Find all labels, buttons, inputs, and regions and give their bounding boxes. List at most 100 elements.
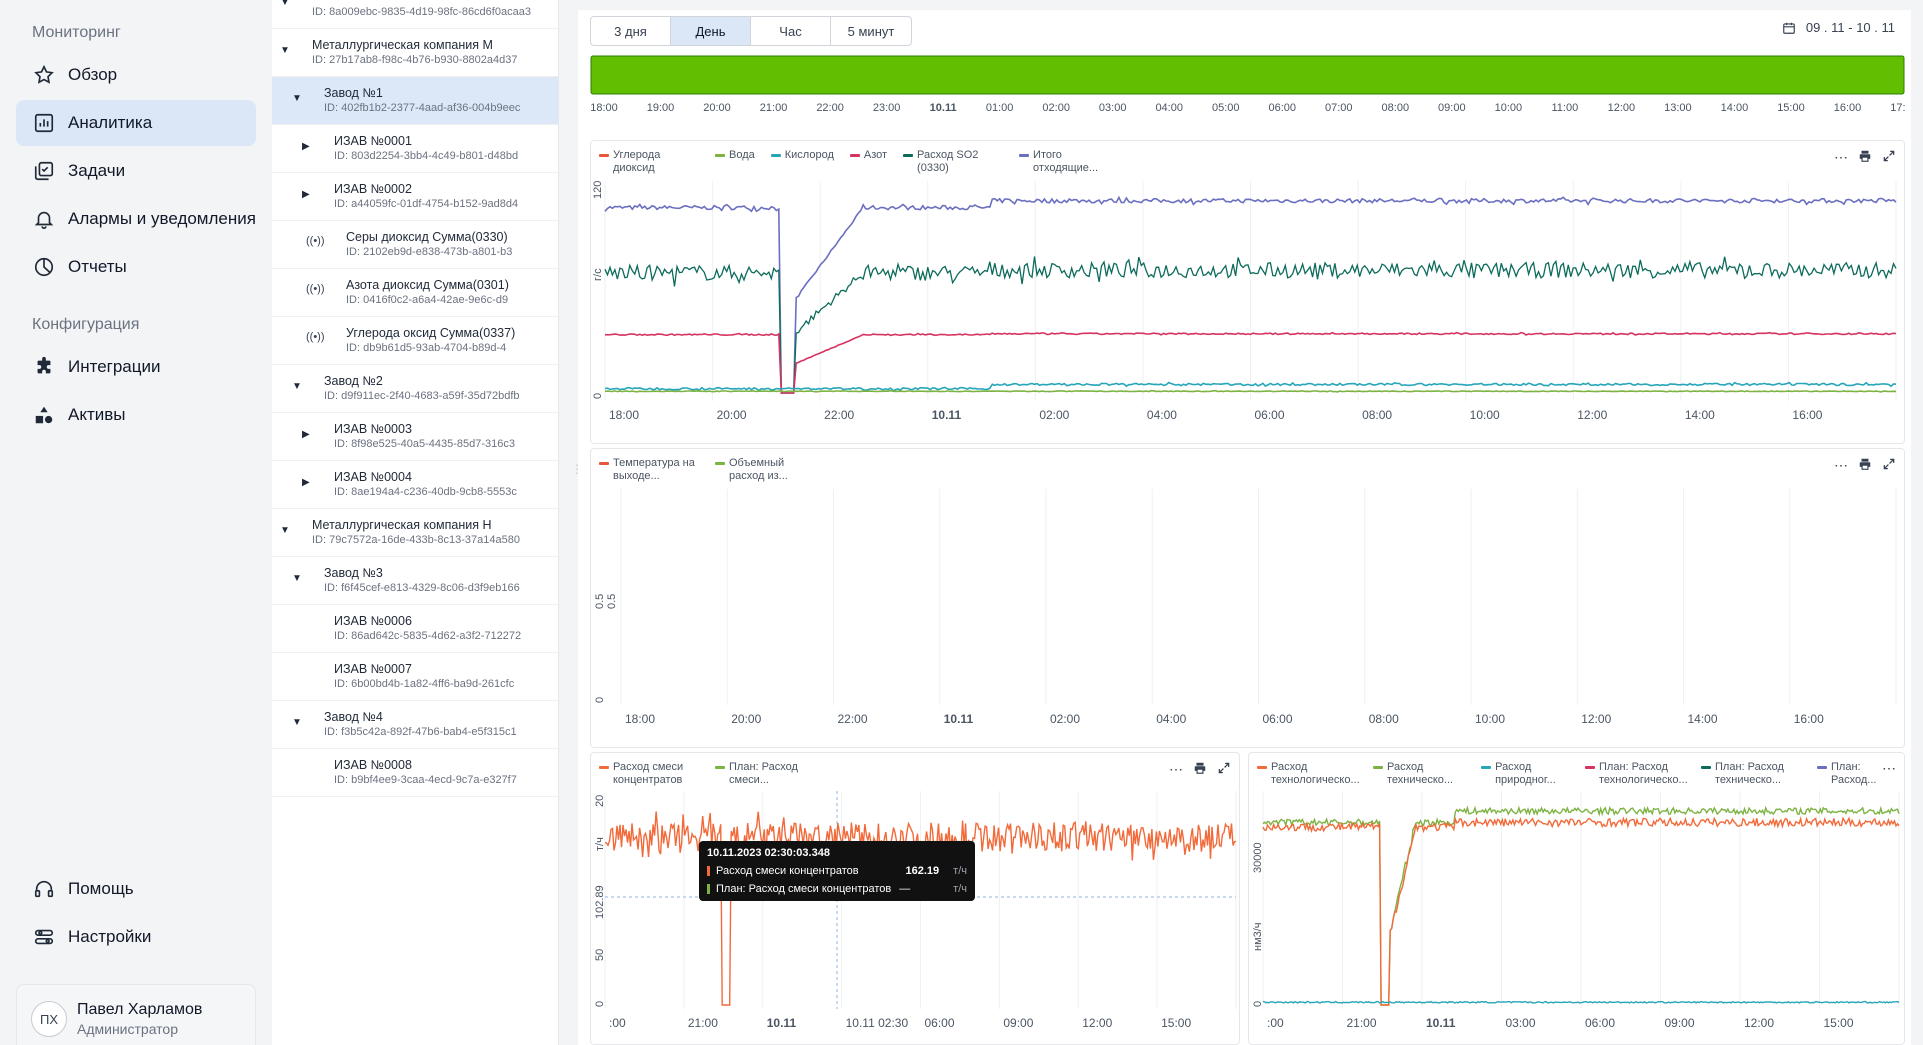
tree-node-name: ИЗАВ №0004 <box>334 470 412 484</box>
legend-item[interactable]: Расход техническо... <box>1373 761 1465 787</box>
timeline-range-bar <box>590 55 1905 95</box>
nav-alarms[interactable]: Алармы и уведомления <box>16 196 256 242</box>
legend-item[interactable]: Расход SO2 (0330) <box>903 149 1003 175</box>
range-tab-hour[interactable]: Час <box>751 17 831 45</box>
legend-item[interactable]: Объемный расход из... <box>715 457 815 483</box>
tree-node-name: Металлургическая компания Н <box>312 518 492 532</box>
legend-item[interactable]: Температура на выходе... <box>599 457 699 483</box>
tree-node[interactable]: ИЗАВ №0006 ID: 86ad642c-5835-4d62-a3f2-71… <box>272 605 558 653</box>
tree-node[interactable]: ▶ ИЗАВ №0002 ID: a44059fc-01df-4754-b152-9… <box>272 173 558 221</box>
nav-overview[interactable]: Обзор <box>16 52 256 98</box>
user-card[interactable]: ПХ Павел Харламов Администратор <box>16 984 256 1045</box>
y-tick-label: 0 <box>594 1001 606 1007</box>
tree-node-name: Завод №4 <box>324 710 383 724</box>
legend-swatch <box>599 154 609 157</box>
shapes-icon <box>32 403 56 427</box>
legend-item[interactable]: План: Расход технологическо... <box>1585 761 1688 787</box>
x-tick-label: 16:00 <box>1792 408 1822 422</box>
chart-4-plot[interactable]: :00 21:00 10.11 03:00 06:00 09:00 12:00 15:00 0 3… <box>1249 791 1904 1045</box>
tree-node-name: ИЗАВ №0007 <box>334 662 412 676</box>
legend-label: План: Расход смеси... <box>729 761 798 786</box>
x-tick-label: 21:00 <box>688 1016 718 1030</box>
tree-node[interactable]: ИЗАВ №0007 ID: 6b00bd4b-1a82-4ff6-ba9d-26… <box>272 653 558 701</box>
tree-node[interactable]: ▼ Металлургическая компания Н ID: 79c7572a… <box>272 509 558 557</box>
nav-integrations[interactable]: Интеграции <box>16 344 256 390</box>
tree-node[interactable]: ((•)) Азота диоксид Сумма(0301) ID: 0416f0… <box>272 269 558 317</box>
legend-item[interactable]: Азот <box>849 149 887 175</box>
legend-item[interactable]: Расход природног... <box>1481 761 1569 787</box>
nav-reports[interactable]: Отчеты <box>16 244 256 290</box>
y-axis-label: г/с <box>592 268 604 281</box>
tree-node-name: ИЗАВ №0002 <box>334 182 412 196</box>
caret-down-icon[interactable]: ▼ <box>280 525 290 536</box>
tree-node[interactable]: ((•)) Серы диоксид Сумма(0330) ID: 2102eb9… <box>272 221 558 269</box>
tree-node[interactable]: ▶ ИЗАВ №0001 ID: 803d2254-3bb4-4c49-b801-d… <box>272 125 558 173</box>
y-tick-label: 0.5 <box>606 594 618 609</box>
print-icon[interactable] <box>1858 149 1872 165</box>
more-icon[interactable]: ⋯ <box>1834 458 1848 472</box>
tree-node[interactable]: ▼ Завод №2 ID: d9f911ec-2f40-4683-a59f-35d… <box>272 365 558 413</box>
nav-settings[interactable]: Настройки <box>16 914 256 960</box>
tree-node[interactable]: ▼ Металлургическая компания М ID: 27b17ab8… <box>272 29 558 77</box>
nav-tasks[interactable]: Задачи <box>16 148 256 194</box>
tree-node-id: ID: 79c7572a-16de-433b-8c13-37a14a580 <box>312 534 520 546</box>
legend-item[interactable]: План: Расход техническо... <box>1701 761 1801 787</box>
tree-node[interactable]: ((•)) Углерода оксид Сумма(0337) ID: db9b6… <box>272 317 558 365</box>
more-icon[interactable]: ⋯ <box>1882 761 1896 775</box>
expand-icon[interactable] <box>1882 149 1896 165</box>
chart-3-plot[interactable]: :00 21:00 10.11 10.11 02:30 06:00 09:00 12:00 1… <box>591 791 1239 1045</box>
tree-node[interactable]: ▼ ID: 8a009ebc-9835-4d19-98fc-86cd6f0acaa… <box>272 0 558 29</box>
nav-help[interactable]: Помощь <box>16 866 256 912</box>
caret-right-icon[interactable]: ▶ <box>302 189 310 200</box>
chart-panel-4: Расход технологическо... Расход техническ… <box>1248 752 1905 1045</box>
legend-item[interactable]: Углерода диоксид <box>599 149 699 175</box>
date-range-picker[interactable]: 09 . 11 - 10 . 11 <box>1782 20 1895 35</box>
caret-right-icon[interactable]: ▶ <box>302 477 310 488</box>
legend-swatch <box>1817 766 1827 769</box>
tree-node-id: ID: 8a009ebc-9835-4d19-98fc-86cd6f0acaa3 <box>312 6 531 18</box>
chart-1-plot[interactable]: 18:00 20:00 22:00 10.11 02:00 04:00 06:00 08:00… <box>591 181 1904 443</box>
caret-down-icon[interactable]: ▼ <box>292 93 302 104</box>
caret-down-icon[interactable]: ▼ <box>280 45 290 56</box>
chart-2-plot[interactable]: 18:00 20:00 22:00 10.11 02:00 04:00 06:00 08:00… <box>591 489 1904 747</box>
legend-item[interactable]: Расход технологическо... <box>1257 761 1360 787</box>
legend-swatch <box>1257 766 1267 769</box>
chart-3-tools: ⋯ <box>1159 761 1231 777</box>
x-tick-label: 10.11 02:30 <box>846 1016 909 1030</box>
tree-node[interactable]: ▼ Завод №4 ID: f3b5c42a-892f-47b6-bab4-e5f… <box>272 701 558 749</box>
caret-right-icon[interactable]: ▶ <box>302 141 310 152</box>
timeline-navigator[interactable]: 18:00 19:00 20:00 21:00 22:00 23:00 10.11 01:00… <box>590 55 1905 117</box>
expand-icon[interactable] <box>1882 457 1896 473</box>
print-icon[interactable] <box>1193 761 1207 777</box>
print-icon[interactable] <box>1858 457 1872 473</box>
legend-swatch <box>770 154 781 157</box>
legend-item[interactable]: Кислород <box>770 149 834 175</box>
nav-overview-label: Обзор <box>68 65 118 84</box>
tree-node[interactable]: ▼ Завод №1 ID: 402fb1b2-2377-4aad-af36-004… <box>272 77 558 125</box>
more-icon[interactable]: ⋯ <box>1169 762 1183 776</box>
legend-item[interactable]: Вода <box>715 149 755 175</box>
tasks-icon <box>32 159 56 183</box>
legend-item[interactable]: Расход смеси концентратов <box>599 761 699 787</box>
caret-down-icon[interactable]: ▼ <box>292 573 302 584</box>
nav-assets[interactable]: Активы <box>16 392 256 438</box>
nav-analytics[interactable]: Аналитика <box>16 100 256 146</box>
x-tick-label: :00 <box>609 1016 626 1030</box>
range-tab-day[interactable]: День <box>671 17 751 45</box>
legend-item[interactable]: План: Расход смеси... <box>715 761 815 787</box>
tree-node[interactable]: ИЗАВ №0008 ID: b9bf4ee9-3caa-4ecd-9c7a-e3… <box>272 749 558 797</box>
caret-down-icon[interactable]: ▼ <box>292 717 302 728</box>
tree-node[interactable]: ▼ Завод №3 ID: f6f45cef-e813-4329-8c06-d3f… <box>272 557 558 605</box>
range-tab-3days[interactable]: 3 дня <box>591 17 671 45</box>
caret-right-icon[interactable]: ▶ <box>302 429 310 440</box>
x-tick-label: 22:00 <box>824 408 854 422</box>
more-icon[interactable]: ⋯ <box>1834 150 1848 164</box>
chart-icon <box>32 111 56 135</box>
caret-down-icon[interactable]: ▼ <box>292 381 302 392</box>
caret-down-icon[interactable]: ▼ <box>280 0 290 8</box>
range-tab-5min[interactable]: 5 минут <box>831 17 911 45</box>
expand-icon[interactable] <box>1217 761 1231 777</box>
tree-node[interactable]: ▶ ИЗАВ №0004 ID: 8ae194a4-c236-40db-9cb8-5… <box>272 461 558 509</box>
tree-node[interactable]: ▶ ИЗАВ №0003 ID: 8f98e525-40a5-4435-85d7-3… <box>272 413 558 461</box>
legend-item[interactable]: Итого отходящие... <box>1019 149 1119 175</box>
